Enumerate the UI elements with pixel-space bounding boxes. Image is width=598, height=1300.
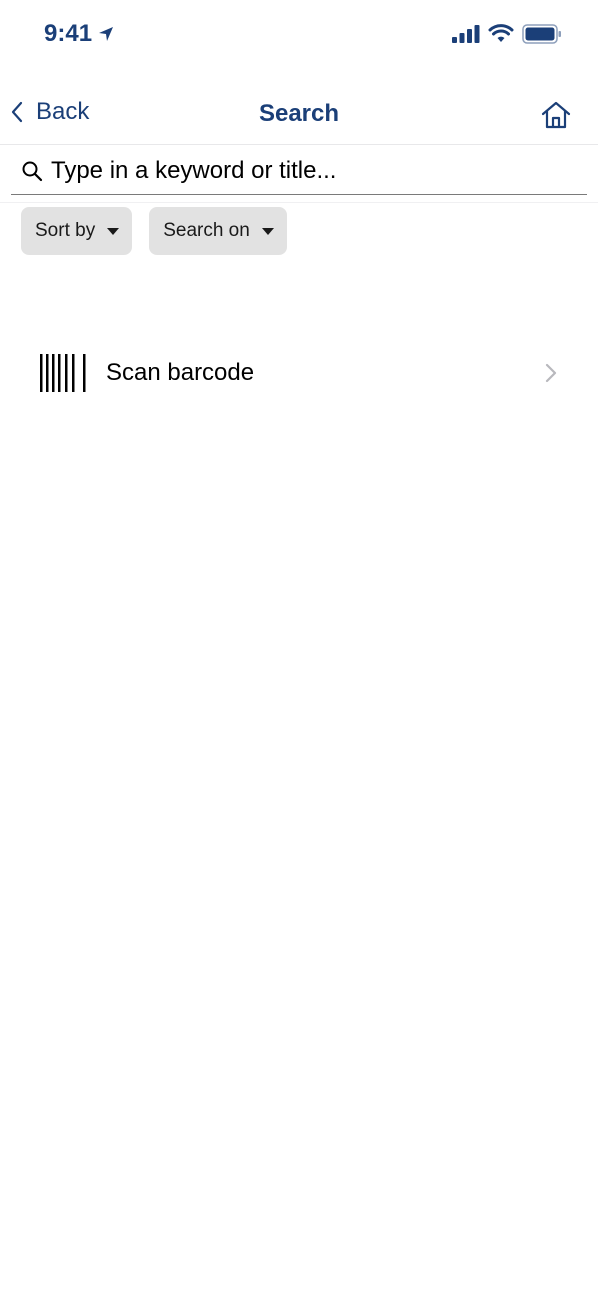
location-arrow-icon [99, 27, 114, 41]
search-bar [11, 148, 587, 195]
scan-barcode-row[interactable]: Scan barcode [0, 340, 598, 406]
caret-down-icon [261, 227, 274, 235]
nav-divider [0, 144, 598, 145]
cellular-signal-icon [452, 25, 480, 43]
filter-bar: Sort by Search on [21, 207, 287, 255]
wifi-icon [488, 24, 514, 42]
battery-icon [522, 24, 561, 44]
status-time-label: 9:41 [44, 20, 93, 47]
page-title: Search [258, 100, 340, 127]
status-bar: 9:41 [0, 0, 598, 72]
sort-by-label: Sort by [35, 220, 96, 241]
search-on-button[interactable]: Search on [149, 207, 287, 255]
barcode-icon [40, 354, 86, 392]
search-icon [22, 161, 43, 182]
home-icon[interactable] [540, 100, 572, 130]
chevron-right-icon [545, 363, 557, 383]
sort-by-button[interactable]: Sort by [21, 207, 133, 255]
status-time: 9:41 [44, 20, 114, 48]
navigation-bar: Back Search [0, 88, 598, 144]
search-on-label: Search on [163, 220, 250, 241]
scan-barcode-label: Scan barcode [106, 359, 255, 386]
search-input[interactable] [51, 157, 571, 185]
filter-divider [0, 202, 598, 203]
status-indicators [452, 24, 562, 44]
caret-down-icon [107, 227, 120, 235]
